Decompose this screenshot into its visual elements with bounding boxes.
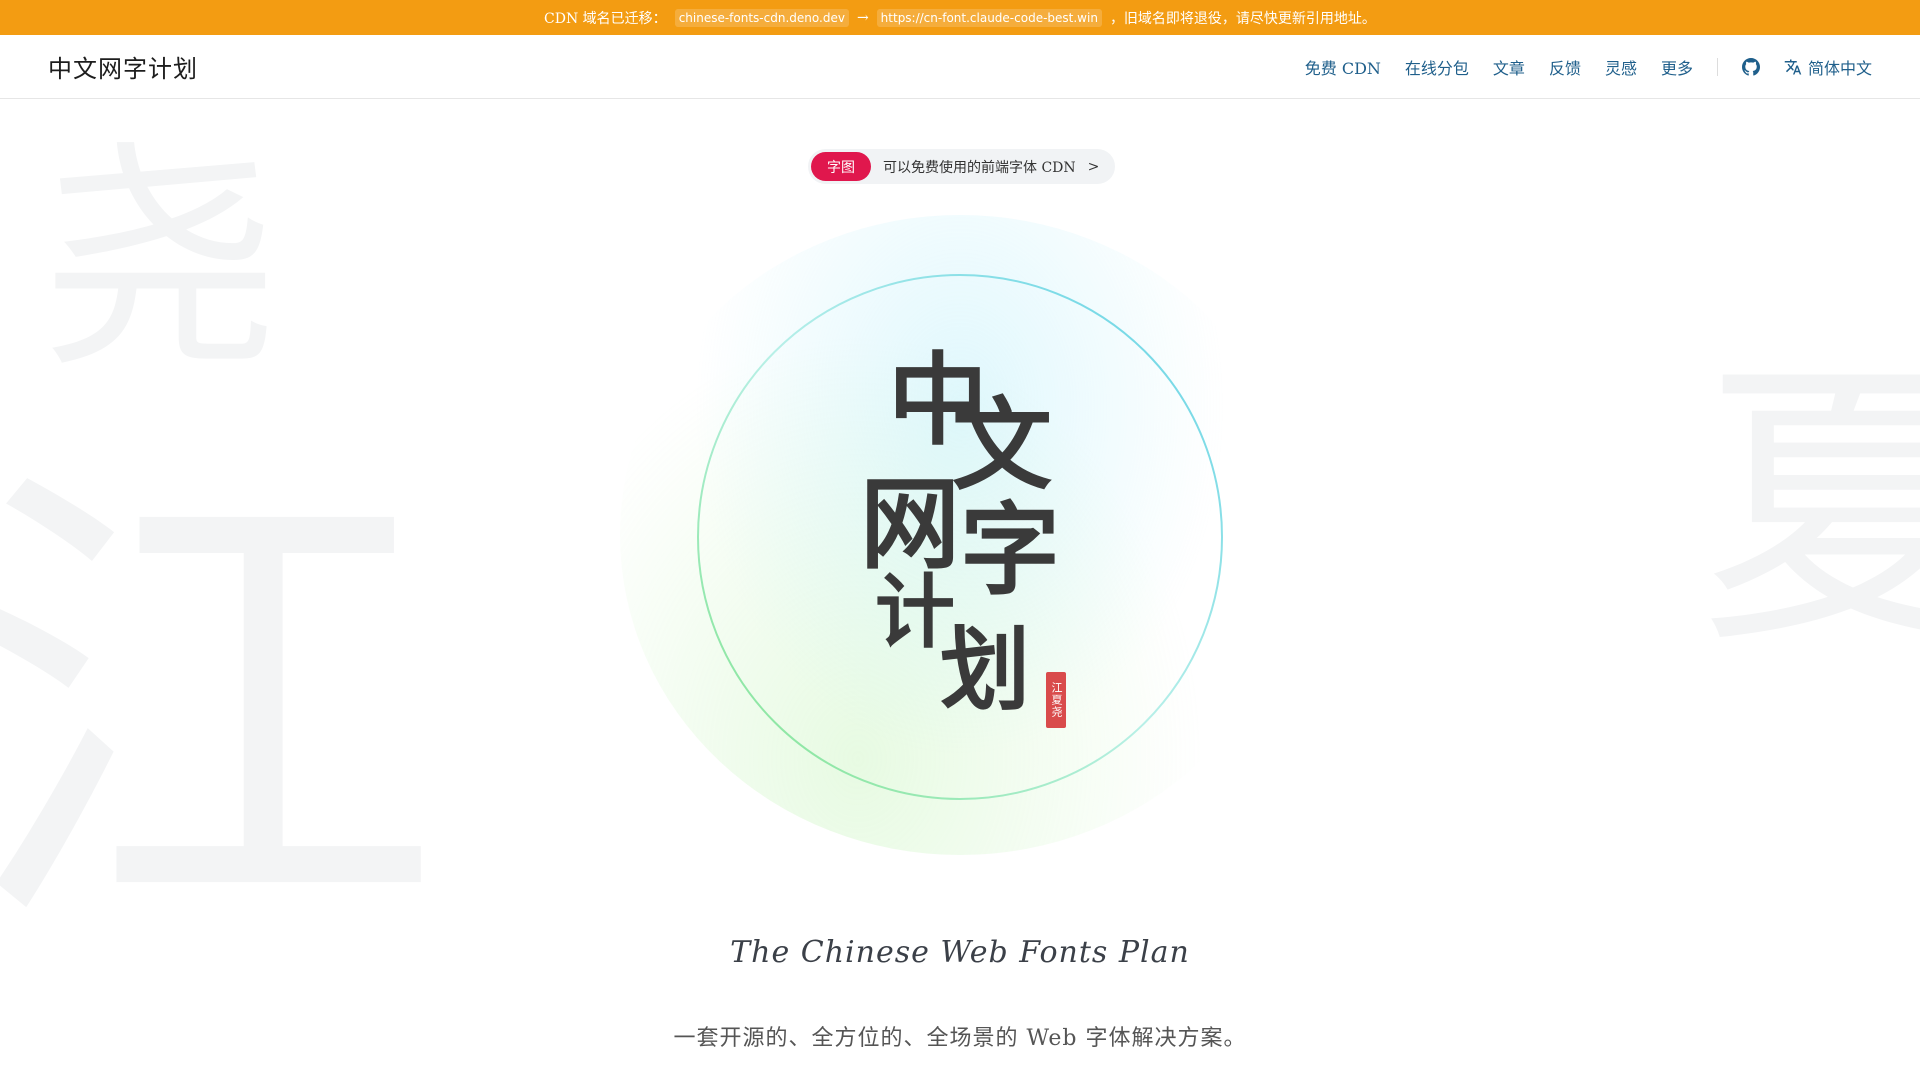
nav-item-free-cdn[interactable]: 免费 CDN xyxy=(1305,55,1381,79)
banner-prefix: CDN 域名已迁移： xyxy=(544,10,667,27)
language-label: 简体中文 xyxy=(1807,58,1872,78)
cdn-promo-pill[interactable]: 字图 可以免费使用的前端字体 CDN > xyxy=(808,149,1116,184)
site-header: 中文网字计划 免费 CDN 在线分包 文章 反馈 灵感 更多 简体中文 xyxy=(0,35,1920,99)
banner-new-domain: https://cn-font.claude-code-best.win xyxy=(876,8,1102,27)
nav-item-inspiration[interactable]: 灵感 xyxy=(1605,55,1637,79)
github-link[interactable] xyxy=(1741,57,1760,76)
hero-ring xyxy=(697,274,1223,800)
background-glyph-jiang: 江 xyxy=(0,430,440,989)
site-title[interactable]: 中文网字计划 xyxy=(48,49,198,84)
announcement-banner: CDN 域名已迁移： chinese-fonts-cdn.deno.dev → … xyxy=(0,0,1920,35)
nav-divider xyxy=(1716,57,1718,76)
background-glyph-xia: 夏 xyxy=(1700,335,1920,684)
chinese-tagline: 一套开源的、全方位的、全场景的 Web 字体解决方案。 xyxy=(673,1026,1247,1051)
nav-item-online-split[interactable]: 在线分包 xyxy=(1405,55,1469,79)
nav-item-articles[interactable]: 文章 xyxy=(1493,55,1525,79)
background-glyph-yao: 尧 xyxy=(40,120,281,400)
banner-old-domain: chinese-fonts-cdn.deno.dev xyxy=(674,8,849,27)
pill-text: 可以免费使用的前端字体 CDN xyxy=(883,159,1076,176)
banner-arrow: → xyxy=(856,9,869,26)
github-icon xyxy=(1741,57,1760,76)
chevron-right-icon: > xyxy=(1087,158,1100,175)
main-nav: 免费 CDN 在线分包 文章 反馈 灵感 更多 简体中文 xyxy=(1305,55,1872,79)
translate-icon xyxy=(1784,59,1802,74)
nav-item-feedback[interactable]: 反馈 xyxy=(1549,55,1581,79)
nav-item-more[interactable]: 更多 xyxy=(1661,55,1693,79)
language-switcher[interactable]: 简体中文 xyxy=(1784,55,1872,79)
english-title: The Chinese Web Fonts Plan xyxy=(730,935,1190,970)
banner-suffix: ，旧域名即将退役，请尽快更新引用地址。 xyxy=(1109,10,1376,27)
pill-tag: 字图 xyxy=(811,152,871,181)
